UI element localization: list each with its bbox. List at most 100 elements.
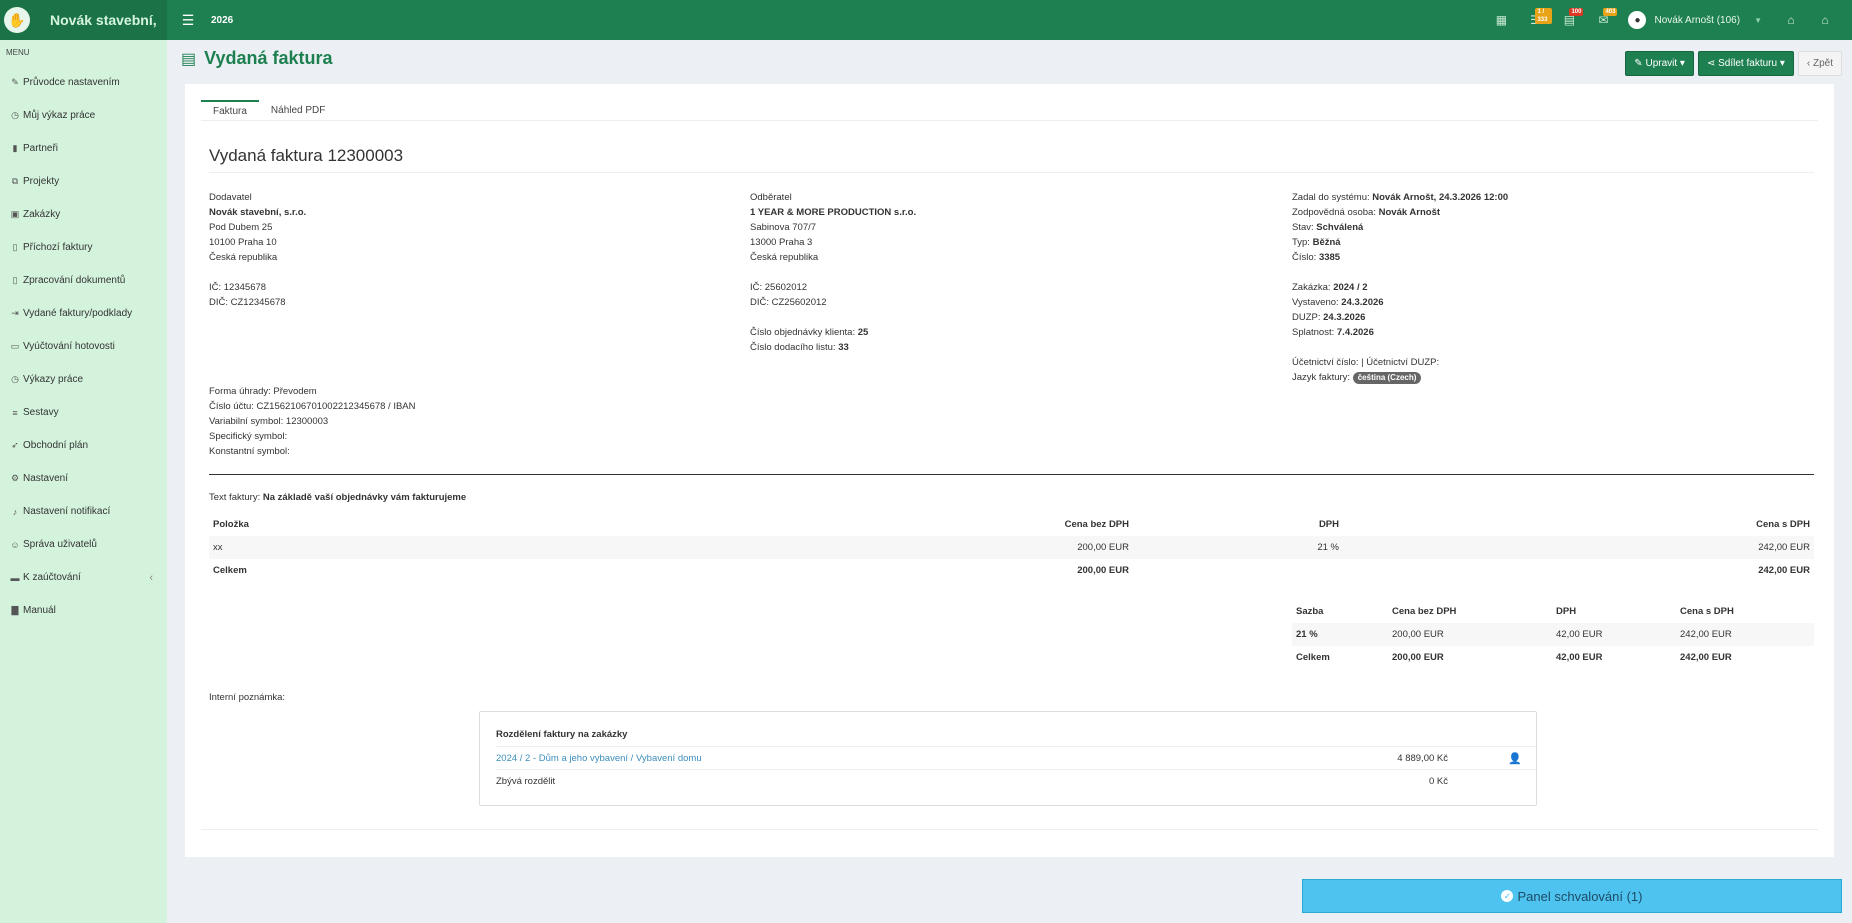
brand[interactable]: ✋ Novák stavební, bbox=[0, 0, 167, 40]
sidebar-item-sestavy[interactable]: ≡ Sestavy bbox=[0, 396, 167, 429]
sidebar-item-vyuctovani[interactable]: ▭ Vyúčtování hotovosti bbox=[0, 330, 167, 363]
invoice-language: Jazyk faktury: čeština (Czech) bbox=[1292, 370, 1508, 385]
issued-date: Vystaveno: 24.3.2026 bbox=[1292, 297, 1384, 308]
language-badge: čeština (Czech) bbox=[1352, 372, 1422, 384]
messages-badge: 403 bbox=[1603, 8, 1618, 16]
customer-street: Sabinova 707/7 bbox=[750, 222, 817, 233]
total-net: 200,00 EUR bbox=[1077, 565, 1129, 576]
col-gross: Cena s DPH bbox=[1756, 518, 1810, 530]
invoice-type: Typ: Běžná bbox=[1292, 237, 1341, 248]
top-right-icons: ▦ ☰1 / 333 ▤100 ✉403 ● Novák Arnošt (106… bbox=[1484, 0, 1852, 40]
tasks-badge: 1 / 333 bbox=[1535, 8, 1553, 24]
approval-panel-button[interactable]: ✓ Panel schvalování (1) bbox=[1302, 879, 1842, 913]
vat-summary-table: Sazba Cena bez DPH DPH Cena s DPH 21 % 2… bbox=[1292, 599, 1814, 669]
sidebar-item-label: Manuál bbox=[23, 605, 56, 616]
alerts-icon[interactable]: ▤ 100 bbox=[1552, 0, 1586, 40]
user-menu[interactable]: ● Novák Arnošt (106) ▼ bbox=[1628, 11, 1762, 29]
vat-col-rate: Sazba bbox=[1296, 605, 1324, 617]
col-net: Cena bez DPH bbox=[1064, 518, 1129, 530]
payment-method: Forma úhrady: Převodem bbox=[209, 386, 317, 397]
sidebar-item-pruvodce[interactable]: ✎ Průvodce nastavením bbox=[0, 66, 167, 99]
invoice-split-box: Rozdělení faktury na zakázky 2024 / 2 - … bbox=[479, 711, 1537, 806]
sidebar-item-label: Obchodní plán bbox=[23, 440, 89, 451]
sidebar-item-zpracovani-dokumentu[interactable]: ▯ Zpracování dokumentů bbox=[0, 264, 167, 297]
tasks-icon[interactable]: ☰1 / 333 bbox=[1518, 0, 1553, 40]
vat-header-row: Sazba Cena bez DPH DPH Cena s DPH bbox=[1292, 599, 1814, 623]
table-row: xx 200,00 EUR 21 % 242,00 EUR bbox=[209, 536, 1814, 559]
sidebar-item-label: Příchozí faktury bbox=[23, 242, 93, 253]
sidebar-item-label: Vydané faktury/podklady bbox=[23, 308, 133, 319]
col-vat: DPH bbox=[1318, 518, 1339, 530]
user-add-icon[interactable]: 👤 bbox=[1508, 752, 1522, 765]
order-link[interactable]: 2024 / 2 - Dům a jeho vybavení / Vybaven… bbox=[496, 753, 702, 764]
customer-label: Odběratel bbox=[750, 192, 792, 203]
specific-symbol: Specifický symbol: bbox=[209, 431, 288, 442]
sidebar: MENU ✎ Průvodce nastavením ◷ Můj výkaz prá… bbox=[0, 40, 167, 923]
sidebar-item-vykazy-prace[interactable]: ◷ Výkazy práce bbox=[0, 363, 167, 396]
client-order-number: Číslo objednávky klienta: 25 bbox=[750, 327, 869, 338]
invoice-state: Stav: Schválená bbox=[1292, 222, 1364, 233]
sidebar-item-sprava-uzivatelu[interactable]: ☺ Správa uživatelů bbox=[0, 528, 167, 561]
supplier-country: Česká republika bbox=[209, 252, 278, 263]
customer-ic: IČ: 25602012 bbox=[750, 282, 808, 293]
sidebar-item-zakazky[interactable]: ▣ Zakázky bbox=[0, 198, 167, 231]
vat-col-gross: Cena s DPH bbox=[1680, 605, 1734, 617]
customer-name: 1 YEAR & MORE PRODUCTION s.r.o. bbox=[750, 207, 917, 218]
meta-block: Zadal do systému: Novák Arnošt, 24.3.202… bbox=[1292, 190, 1508, 385]
sidebar-item-notifikace[interactable]: ♪ Nastavení notifikací bbox=[0, 495, 167, 528]
tab-faktura[interactable]: Faktura bbox=[201, 100, 259, 120]
constant-symbol: Konstantní symbol: bbox=[209, 446, 290, 457]
handshake-logo-icon: ✋ bbox=[4, 7, 30, 33]
caret-down-icon: ▾ bbox=[1677, 58, 1685, 69]
back-button[interactable]: ‹ Zpět bbox=[1797, 51, 1842, 76]
supplier-block: Dodavatel Novák stavební, s.r.o. Pod Dub… bbox=[209, 190, 306, 310]
items-header-row: Položka Cena bez DPH DPH Cena s DPH bbox=[209, 512, 1814, 536]
remaining-row: Zbývá rozdělit 0 Kč bbox=[496, 769, 1536, 792]
split-title: Rozdělení faktury na zakázky bbox=[496, 729, 628, 740]
vat-total-label: Celkem bbox=[1296, 652, 1330, 663]
sidebar-item-vydane-faktury[interactable]: ⇥ Vydané faktury/podklady bbox=[0, 297, 167, 330]
split-row: 2024 / 2 - Dům a jeho vybavení / Vybaven… bbox=[496, 746, 1536, 769]
sidebar-item-k-zauctovani[interactable]: ▬ K zaúčtování ‹ bbox=[0, 561, 167, 594]
edit-button[interactable]: ✎ Upravit ▾ bbox=[1625, 51, 1694, 76]
tab-nahled-pdf[interactable]: Náhled PDF bbox=[259, 100, 337, 120]
card-bottom-divider bbox=[201, 829, 1818, 830]
item-name: xx bbox=[213, 542, 223, 553]
items-total-row: Celkem 200,00 EUR 242,00 EUR bbox=[209, 559, 1814, 582]
sidebar-item-muj-vykaz[interactable]: ◷ Můj výkaz práce bbox=[0, 99, 167, 132]
col-item: Položka bbox=[213, 518, 249, 530]
home-icon[interactable]: ⌂ bbox=[1808, 0, 1842, 40]
page-actions: ✎ Upravit ▾ ⋖ Sdílet fakturu ▾ ‹ Zpět bbox=[1625, 51, 1842, 76]
sidebar-item-obchodni-plan[interactable]: ➶ Obchodní plán bbox=[0, 429, 167, 462]
sidebar-item-manual[interactable]: ▇ Manuál bbox=[0, 594, 167, 627]
chevron-down-icon: ▼ bbox=[1754, 15, 1762, 25]
invoice-number: Číslo: 3385 bbox=[1292, 252, 1341, 263]
share-invoice-button[interactable]: ⋖ Sdílet fakturu ▾ bbox=[1697, 51, 1794, 76]
sidebar-item-label: Vyúčtování hotovosti bbox=[23, 341, 115, 352]
calendar-icon[interactable]: ▦ bbox=[1484, 0, 1518, 40]
bell-icon: ♪ bbox=[12, 506, 18, 517]
vat-rate: 21 % bbox=[1296, 629, 1318, 640]
back-button-label: Zpět bbox=[1812, 58, 1833, 69]
sidebar-item-label: Nastavení bbox=[23, 473, 69, 484]
year-selector[interactable]: 2026 bbox=[211, 15, 233, 26]
file-icon: ▯ bbox=[12, 242, 18, 252]
menu-toggle-icon[interactable]: ☰ bbox=[177, 9, 199, 31]
invoice-heading: Vydaná faktura 12300003 bbox=[209, 146, 404, 165]
invoice-text: Text faktury: Na základě vaší objednávky… bbox=[209, 492, 467, 503]
supplier-city: 10100 Praha 10 bbox=[209, 237, 277, 248]
customer-country: Česká republika bbox=[750, 252, 819, 263]
messages-icon[interactable]: ✉ 403 bbox=[1586, 0, 1620, 40]
section-divider bbox=[209, 474, 1814, 475]
sidebar-item-projekty[interactable]: ⧉ Projekty bbox=[0, 165, 167, 198]
page-title-text: Vydaná faktura bbox=[204, 48, 333, 68]
sidebar-item-nastaveni[interactable]: ⚙ Nastavení bbox=[0, 462, 167, 495]
bank-icon[interactable]: ⌂ bbox=[1774, 0, 1808, 40]
box-icon: ▣ bbox=[10, 209, 20, 219]
approval-panel-label: Panel schvalování (1) bbox=[1517, 888, 1643, 904]
sidebar-item-prichozi-faktury[interactable]: ▯ Příchozí faktury bbox=[0, 231, 167, 264]
order-ref: Zakázka: 2024 / 2 bbox=[1292, 282, 1368, 293]
sidebar-item-partneri[interactable]: ▮ Partneři bbox=[0, 132, 167, 165]
sidebar-item-label: Výkazy práce bbox=[23, 374, 84, 385]
user-avatar-icon: ● bbox=[1628, 11, 1647, 29]
